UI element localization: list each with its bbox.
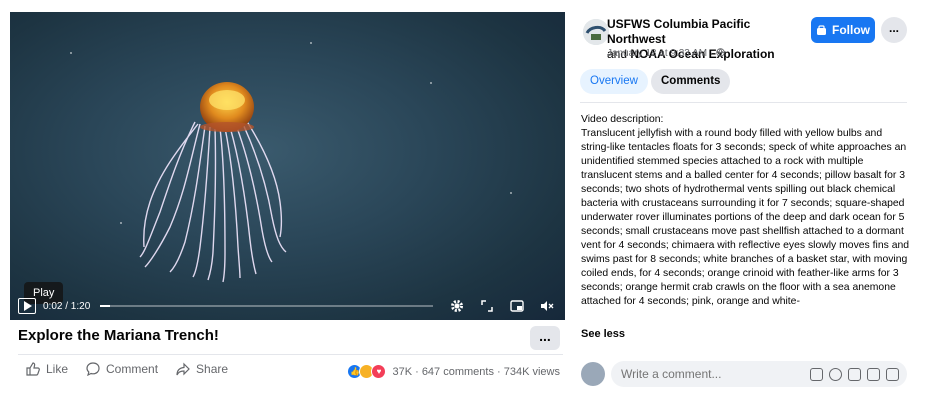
share-button[interactable]: Share (176, 362, 228, 376)
share-label: Share (196, 362, 229, 376)
play-icon (23, 301, 32, 311)
divider (580, 102, 907, 103)
progress-bar[interactable] (100, 305, 433, 307)
video-controls: 0:02 / 1:20 (10, 292, 565, 320)
comment-button[interactable]: Comment (86, 362, 158, 376)
author-primary-link[interactable]: USFWS Columbia Pacific Northwest (607, 17, 750, 46)
comment-input[interactable] (619, 366, 803, 382)
camera-icon[interactable] (848, 367, 861, 381)
comment-composer[interactable] (611, 361, 907, 387)
fullscreen-icon[interactable] (479, 298, 495, 314)
post-timestamp[interactable]: January 18 at 9:33 AM · (607, 48, 725, 59)
follow-icon (817, 24, 826, 35)
post-more-button[interactable]: ... (881, 17, 907, 43)
speech-bubble-icon (86, 362, 100, 376)
settings-icon[interactable] (449, 298, 465, 314)
progress-fill (100, 305, 111, 307)
video-description: Video description: Translucent jellyfish… (581, 113, 911, 323)
thumbs-up-icon (26, 362, 40, 376)
tab-comments[interactable]: Comments (651, 69, 731, 94)
timestamp-text: January 18 at 9:33 AM · (607, 48, 716, 59)
follow-label: Follow (832, 23, 870, 37)
reactions-summary[interactable]: 👍 ♥ (347, 364, 387, 379)
love-reaction-icon: ♥ (371, 364, 387, 379)
comment-label: Comment (106, 362, 159, 376)
play-button[interactable] (18, 298, 36, 314)
emoji-icon[interactable] (829, 367, 842, 381)
description-heading: Video description: (581, 114, 664, 125)
avatar-sticker-icon[interactable] (886, 367, 899, 381)
video-player[interactable]: Play 0:02 / 1:20 (10, 12, 565, 320)
description-text: Translucent jellyfish with a round body … (581, 128, 910, 307)
sticker-icon[interactable] (810, 367, 823, 381)
video-more-button[interactable]: ... (530, 326, 560, 350)
agency-logo-icon (583, 19, 609, 45)
stats-text: 37K · 647 comments · 734K views (392, 365, 560, 378)
mute-icon[interactable] (539, 298, 555, 314)
gif-icon[interactable] (867, 367, 880, 381)
tab-overview[interactable]: Overview (580, 69, 648, 94)
user-avatar[interactable] (581, 362, 605, 386)
see-less-link[interactable]: See less (581, 328, 625, 340)
time-display: 0:02 / 1:20 (43, 300, 91, 312)
pip-icon[interactable] (509, 298, 525, 314)
globe-icon (716, 48, 725, 57)
share-arrow-icon (176, 362, 190, 376)
follow-button[interactable]: Follow (811, 17, 875, 43)
like-button[interactable]: Like (26, 362, 68, 376)
divider (18, 354, 563, 355)
like-label: Like (46, 362, 69, 376)
action-bar: Like Comment Share (26, 362, 228, 376)
jellyfish-image (139, 82, 287, 283)
page-avatar[interactable] (583, 19, 609, 45)
video-title: Explore the Mariana Trench! (18, 327, 219, 344)
comment-tools (810, 367, 899, 381)
engagement-stats[interactable]: 👍 ♥ 37K · 647 comments · 734K views (347, 364, 560, 379)
